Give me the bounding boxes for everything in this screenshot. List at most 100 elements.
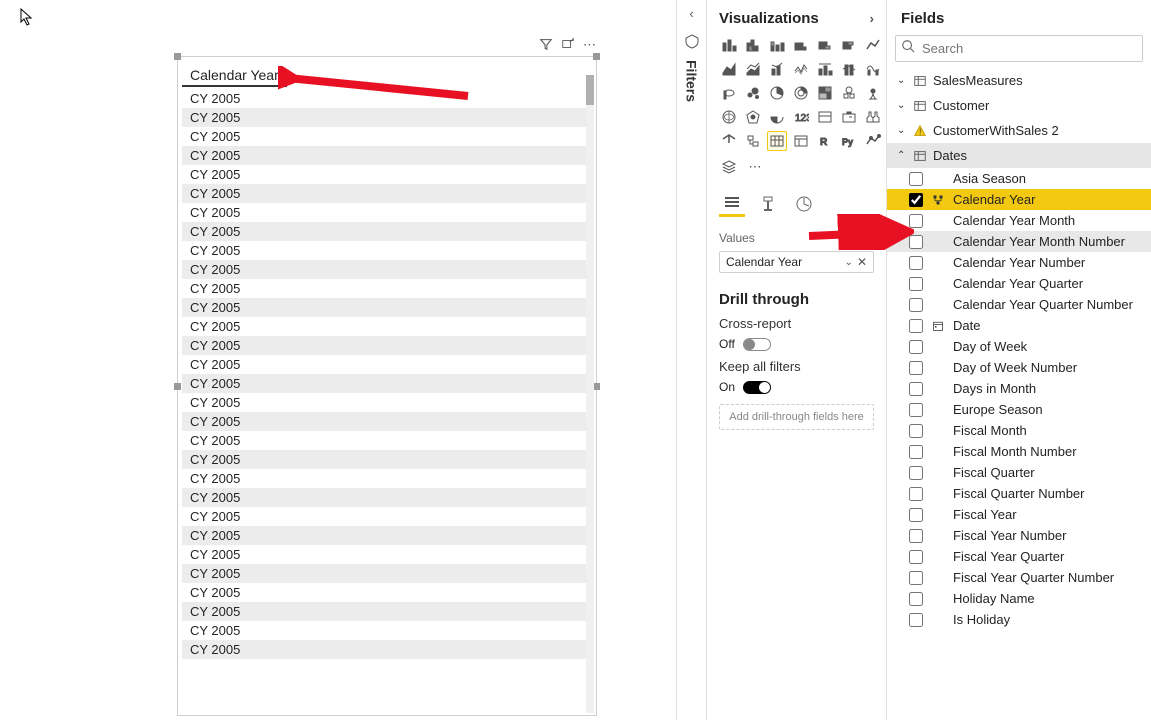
- field-item[interactable]: Days in Month: [887, 378, 1151, 399]
- field-checkbox[interactable]: [909, 403, 923, 417]
- table-item[interactable]: ⌄Customer: [887, 93, 1151, 118]
- field-item[interactable]: Calendar Year Quarter Number: [887, 294, 1151, 315]
- field-checkbox[interactable]: [909, 424, 923, 438]
- table-row[interactable]: CY 2005: [182, 260, 592, 279]
- viz-type-button[interactable]: [863, 35, 883, 55]
- table-row[interactable]: CY 2005: [182, 602, 592, 621]
- viz-type-button[interactable]: [743, 35, 763, 55]
- field-checkbox[interactable]: [909, 172, 923, 186]
- field-item[interactable]: Europe Season: [887, 399, 1151, 420]
- field-item[interactable]: Calendar Year Quarter: [887, 273, 1151, 294]
- table-row[interactable]: CY 2005: [182, 488, 592, 507]
- field-checkbox[interactable]: [909, 235, 923, 249]
- table-item[interactable]: ⌄SalesMeasures: [887, 68, 1151, 93]
- table-row[interactable]: CY 2005: [182, 146, 592, 165]
- table-row[interactable]: CY 2005: [182, 222, 592, 241]
- table-row[interactable]: CY 2005: [182, 336, 592, 355]
- field-item[interactable]: Fiscal Year: [887, 504, 1151, 525]
- field-checkbox[interactable]: [909, 592, 923, 606]
- values-field-well[interactable]: Calendar Year ⌄ ✕: [719, 251, 874, 273]
- table-item[interactable]: ⌃Dates: [887, 143, 1151, 168]
- viz-type-button[interactable]: [743, 131, 763, 151]
- table-row[interactable]: CY 2005: [182, 640, 592, 659]
- field-checkbox[interactable]: [909, 319, 923, 333]
- viz-type-button[interactable]: [719, 35, 739, 55]
- field-checkbox[interactable]: [909, 298, 923, 312]
- table-visual[interactable]: ⋯ Calendar Year CY 2005CY 2005CY 2005CY …: [177, 56, 597, 716]
- more-icon[interactable]: ⋯: [583, 37, 596, 54]
- field-checkbox[interactable]: [909, 382, 923, 396]
- field-item[interactable]: Asia Season: [887, 168, 1151, 189]
- viz-type-button[interactable]: [791, 83, 811, 103]
- analytics-tab[interactable]: [791, 191, 817, 217]
- table-row[interactable]: CY 2005: [182, 127, 592, 146]
- more-visuals-icon[interactable]: ⋯: [745, 157, 765, 177]
- field-checkbox[interactable]: [909, 508, 923, 522]
- viz-type-button[interactable]: [791, 131, 811, 151]
- scroll-thumb[interactable]: [586, 75, 594, 105]
- field-checkbox[interactable]: [909, 256, 923, 270]
- filter-icon[interactable]: [539, 37, 553, 54]
- viz-type-button[interactable]: R: [815, 131, 835, 151]
- table-row[interactable]: CY 2005: [182, 507, 592, 526]
- scrollbar[interactable]: [586, 75, 594, 713]
- field-checkbox[interactable]: [909, 487, 923, 501]
- search-input[interactable]: [895, 35, 1143, 62]
- viz-type-button[interactable]: [863, 107, 883, 127]
- format-tab[interactable]: [755, 191, 781, 217]
- table-row[interactable]: CY 2005: [182, 89, 592, 108]
- viz-type-button[interactable]: [767, 107, 787, 127]
- drill-through-drop-zone[interactable]: Add drill-through fields here: [719, 404, 874, 430]
- viz-type-button[interactable]: [791, 59, 811, 79]
- table-row[interactable]: CY 2005: [182, 355, 592, 374]
- field-checkbox[interactable]: [909, 193, 923, 207]
- fields-tab[interactable]: [719, 191, 745, 217]
- viz-type-button[interactable]: [767, 35, 787, 55]
- field-item[interactable]: Calendar Year Number: [887, 252, 1151, 273]
- viz-type-button[interactable]: [743, 59, 763, 79]
- viz-type-button[interactable]: Py: [839, 131, 859, 151]
- field-checkbox[interactable]: [909, 361, 923, 375]
- keep-filters-toggle[interactable]: On: [719, 380, 874, 394]
- viz-type-button[interactable]: [719, 107, 739, 127]
- table-row[interactable]: CY 2005: [182, 412, 592, 431]
- report-canvas[interactable]: ⋯ Calendar Year CY 2005CY 2005CY 2005CY …: [0, 0, 676, 720]
- viz-type-button[interactable]: [839, 35, 859, 55]
- field-checkbox[interactable]: [909, 529, 923, 543]
- field-item[interactable]: Fiscal Year Quarter: [887, 546, 1151, 567]
- viz-type-button[interactable]: [791, 35, 811, 55]
- custom-visuals-icon[interactable]: [719, 157, 739, 177]
- viz-type-button[interactable]: [839, 59, 859, 79]
- field-item[interactable]: Calendar Year Month Number: [887, 231, 1151, 252]
- field-item[interactable]: Fiscal Year Quarter Number: [887, 567, 1151, 588]
- viz-type-button[interactable]: [839, 107, 859, 127]
- table-row[interactable]: CY 2005: [182, 108, 592, 127]
- viz-type-button[interactable]: [815, 59, 835, 79]
- table-row[interactable]: CY 2005: [182, 526, 592, 545]
- viz-type-button[interactable]: [719, 131, 739, 151]
- viz-type-button[interactable]: [719, 83, 739, 103]
- field-checkbox[interactable]: [909, 613, 923, 627]
- viz-type-button[interactable]: [767, 131, 787, 151]
- viz-type-button[interactable]: [767, 83, 787, 103]
- field-item[interactable]: Calendar Year Month: [887, 210, 1151, 231]
- viz-type-button[interactable]: [815, 35, 835, 55]
- field-checkbox[interactable]: [909, 277, 923, 291]
- viz-type-button[interactable]: [863, 131, 883, 151]
- table-row[interactable]: CY 2005: [182, 165, 592, 184]
- viz-type-button[interactable]: [863, 83, 883, 103]
- field-item[interactable]: Fiscal Quarter Number: [887, 483, 1151, 504]
- field-item[interactable]: Fiscal Quarter: [887, 462, 1151, 483]
- viz-type-button[interactable]: 123: [791, 107, 811, 127]
- viz-type-button[interactable]: [767, 59, 787, 79]
- viz-type-button[interactable]: [863, 59, 883, 79]
- table-row[interactable]: CY 2005: [182, 203, 592, 222]
- field-checkbox[interactable]: [909, 340, 923, 354]
- viz-type-button[interactable]: [719, 59, 739, 79]
- table-row[interactable]: CY 2005: [182, 393, 592, 412]
- viz-type-button[interactable]: [743, 83, 763, 103]
- cross-report-toggle[interactable]: Off: [719, 337, 874, 351]
- table-row[interactable]: CY 2005: [182, 469, 592, 488]
- viz-type-button[interactable]: [743, 107, 763, 127]
- viz-type-button[interactable]: [815, 83, 835, 103]
